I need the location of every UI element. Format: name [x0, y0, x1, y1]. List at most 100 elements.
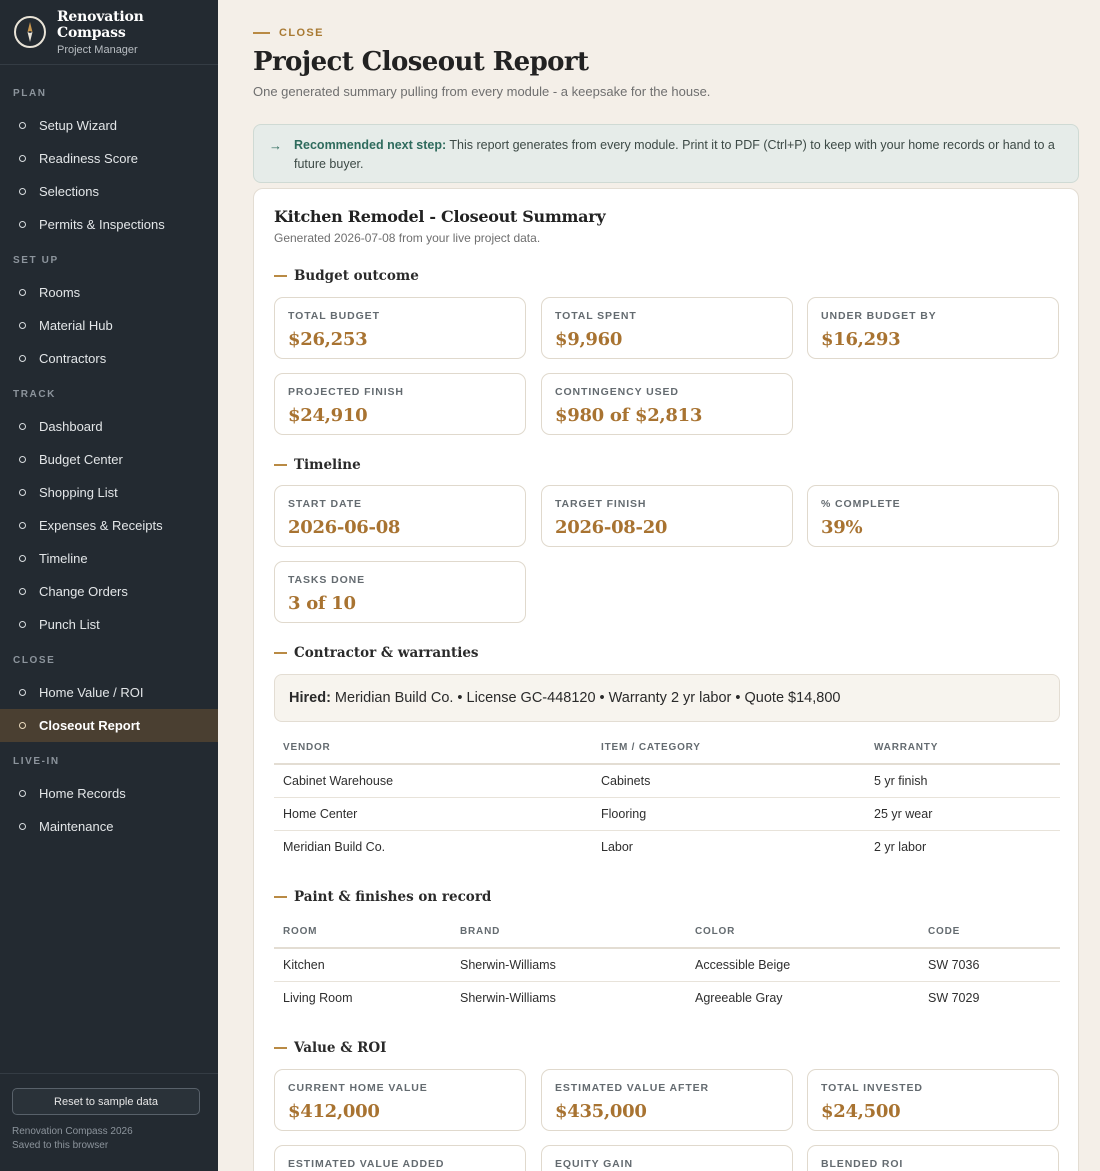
report-generated: Generated 2026-07-08 from your live proj…: [274, 231, 541, 245]
stat-value: $26,253: [288, 329, 368, 350]
stat-under-budget: UNDER BUDGET BY $16,293: [807, 297, 1059, 359]
column-header-room: ROOM: [274, 916, 451, 949]
nav-item-home-value[interactable]: Home Value / ROI: [0, 676, 218, 709]
cell-room: Kitchen: [274, 948, 451, 982]
cell-code: SW 7029: [928, 990, 980, 1005]
nav-section-close: CLOSE: [13, 655, 56, 666]
circle-bullet-icon: [19, 423, 26, 430]
nav-item-home-records[interactable]: Home Records: [0, 777, 218, 810]
circle-bullet-icon: [19, 221, 26, 228]
stat-estimated-value-after: ESTIMATED VALUE AFTER $435,000: [541, 1069, 793, 1131]
stat-value: $24,500: [821, 1101, 901, 1122]
sidebar: Renovation Compass Project Manager PLAN …: [0, 0, 218, 1171]
stat-equity-gain: EQUITY GAIN: [541, 1145, 793, 1171]
table-row: Cabinet Warehouse Cabinets 5 yr finish: [274, 764, 1060, 798]
section-paint-heading: Paint & finishes on record: [274, 889, 491, 905]
stat-value: 2026-08-20: [555, 517, 668, 538]
nav-item-change-orders[interactable]: Change Orders: [0, 575, 218, 608]
eyebrow-label: CLOSE: [279, 27, 324, 39]
stat-label: TARGET FINISH: [555, 498, 647, 510]
section-label: Budget outcome: [294, 268, 419, 284]
section-dash: [274, 464, 287, 466]
stat-label: BLENDED ROI: [821, 1158, 904, 1170]
nav-item-label: Readiness Score: [39, 151, 138, 166]
nav-item-label: Change Orders: [39, 584, 128, 599]
nav-item-label: Contractors: [39, 351, 107, 366]
footer-version: Renovation Compass 2026: [12, 1126, 133, 1137]
stat-current-home-value: CURRENT HOME VALUE $412,000: [274, 1069, 526, 1131]
nav-item-permits[interactable]: Permits & Inspections: [0, 208, 218, 241]
stat-label: TASKS DONE: [288, 574, 366, 586]
stat-label: PROJECTED FINISH: [288, 386, 404, 398]
nav-item-label: Material Hub: [39, 318, 113, 333]
stat-label: ESTIMATED VALUE ADDED: [288, 1158, 445, 1170]
nav-item-material-hub[interactable]: Material Hub: [0, 309, 218, 342]
circle-bullet-icon: [19, 522, 26, 529]
table-row: Living Room Sherwin-Williams Agreeable Gra…: [274, 981, 1060, 1014]
nav-item-setup-wizard[interactable]: Setup Wizard: [0, 109, 218, 142]
nav-item-budget-center[interactable]: Budget Center: [0, 443, 218, 476]
section-roi-heading: Value & ROI: [274, 1040, 386, 1056]
circle-bullet-icon: [19, 555, 26, 562]
nav-item-label: Rooms: [39, 285, 81, 300]
section-label: Value & ROI: [294, 1040, 387, 1056]
cell-brand: Sherwin-Williams: [460, 990, 556, 1005]
nav-section-track: TRACK: [13, 389, 56, 400]
nav-item-contractors[interactable]: Contractors: [0, 342, 218, 375]
stat-label: CONTINGENCY USED: [555, 386, 679, 398]
nav-item-readiness-score[interactable]: Readiness Score: [0, 142, 218, 175]
nav-item-selections[interactable]: Selections: [0, 175, 218, 208]
nav-item-label: Home Value / ROI: [39, 685, 144, 700]
nav-item-label: Shopping List: [39, 485, 118, 500]
nav-item-rooms[interactable]: Rooms: [0, 276, 218, 309]
nav-item-label: Budget Center: [39, 452, 123, 467]
stat-value: $435,000: [555, 1101, 647, 1122]
stat-label: CURRENT HOME VALUE: [288, 1082, 428, 1094]
stat-tasks-done: TASKS DONE 3 of 10: [274, 561, 526, 623]
circle-bullet-icon: [19, 621, 26, 628]
column-header-item-category: ITEM / CATEGORY: [592, 732, 865, 765]
stat-value: 3 of 10: [288, 593, 356, 614]
nav-item-label: Dashboard: [39, 419, 103, 434]
nav-item-label: Closeout Report: [39, 718, 141, 733]
hired-contractor-summary: Hired: Meridian Build Co. • License GC-4…: [274, 674, 1060, 722]
warranty-table: VENDOR ITEM / CATEGORY WARRANTY Cabinet …: [274, 732, 1060, 863]
section-dash: [274, 896, 287, 898]
brand: Renovation Compass Project Manager: [0, 0, 218, 65]
section-contractor-heading: Contractor & warranties: [274, 645, 479, 661]
nav-item-expenses[interactable]: Expenses & Receipts: [0, 509, 218, 542]
column-header-vendor: VENDOR: [274, 732, 592, 765]
circle-bullet-icon: [19, 489, 26, 496]
stat-start-date: START DATE 2026-06-08: [274, 485, 526, 547]
circle-bullet-icon: [19, 322, 26, 329]
stat-label: TOTAL BUDGET: [288, 310, 380, 322]
nav-item-shopping-list[interactable]: Shopping List: [0, 476, 218, 509]
table-row: Kitchen Sherwin-Williams Accessible Beige S…: [274, 948, 1060, 982]
paint-table: ROOM BRAND COLOR CODE Kitchen Sherwin-Wil…: [274, 916, 1060, 1014]
nav-item-label: Setup Wizard: [39, 118, 118, 133]
nav-section-plan: PLAN: [13, 88, 47, 99]
cell-vendor: Home Center: [274, 797, 592, 831]
eyebrow: CLOSE: [253, 27, 324, 39]
reset-sample-data-button[interactable]: Reset to sample data: [12, 1088, 200, 1115]
nav-item-maintenance[interactable]: Maintenance: [0, 810, 218, 843]
nav-item-timeline[interactable]: Timeline: [0, 542, 218, 575]
circle-bullet-icon: [19, 823, 26, 830]
circle-bullet-icon: [19, 188, 26, 195]
section-label: Contractor & warranties: [294, 645, 479, 661]
nav-item-dashboard[interactable]: Dashboard: [0, 410, 218, 443]
cell-warranty: 5 yr finish: [865, 764, 1060, 798]
page-subtitle: One generated summary pulling from every…: [253, 84, 711, 99]
nav-item-closeout-report[interactable]: Closeout Report: [0, 709, 218, 742]
stat-contingency-used: CONTINGENCY USED $980 of $2,813: [541, 373, 793, 435]
cell-color: Accessible Beige: [686, 948, 919, 982]
compass-icon: [14, 16, 46, 48]
stat-label: START DATE: [288, 498, 362, 510]
stat-label: EQUITY GAIN: [555, 1158, 633, 1170]
stat-value: $24,910: [288, 405, 368, 426]
column-header-warranty: WARRANTY: [865, 732, 1060, 765]
nav-item-punch-list[interactable]: Punch List: [0, 608, 218, 641]
column-header-brand: BRAND: [451, 916, 686, 949]
nav-section-live-in: LIVE-IN: [13, 756, 60, 767]
circle-bullet-icon: [19, 289, 26, 296]
